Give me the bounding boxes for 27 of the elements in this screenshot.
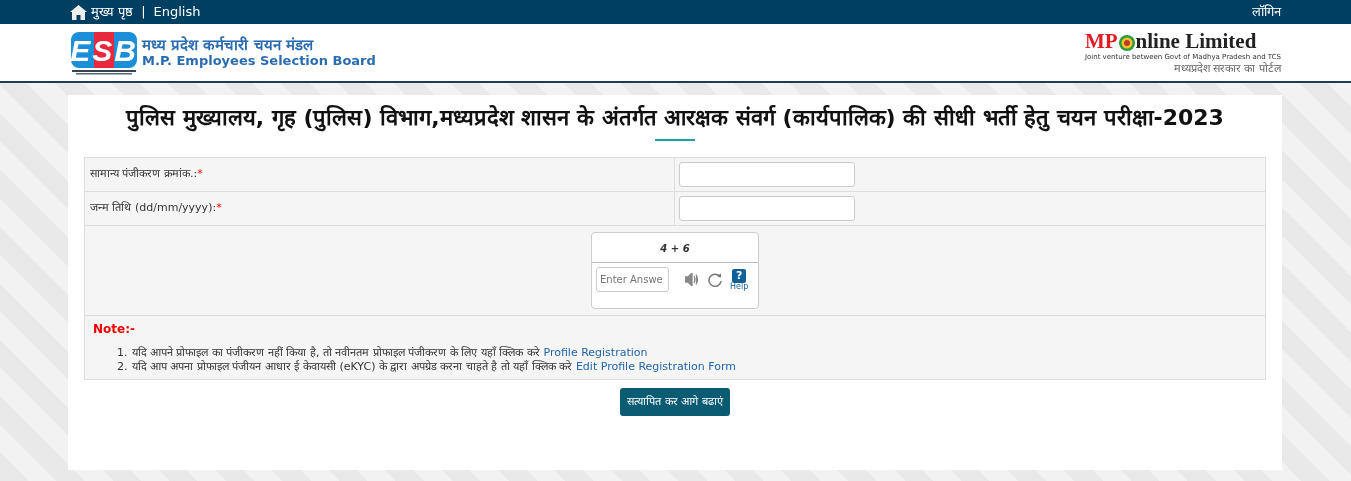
submit-button[interactable]: सत्यापित कर आगे बढाएं (620, 387, 730, 417)
language-link[interactable]: English (153, 2, 201, 22)
field-label: जन्म तिथि (dd/mm/yyyy):* (85, 192, 675, 226)
logo-tagline: मध्यप्रदेश सरकार का पोर्टल (1172, 62, 1281, 74)
note-heading: Note:- (93, 321, 136, 339)
refresh-icon[interactable] (708, 272, 722, 287)
mponline-logo: MP nline Limited (1084, 31, 1258, 53)
captcha-expression: 4 + 6 (592, 233, 758, 264)
registration-link[interactable]: Profile Registration (543, 346, 648, 360)
list-number: 1. (117, 346, 128, 360)
speaker-icon[interactable] (685, 273, 700, 287)
input-field[interactable] (679, 196, 855, 222)
home-icon[interactable] (70, 4, 87, 20)
input-field[interactable] (679, 162, 855, 188)
home-link[interactable]: मुख्य पृष्ठ (91, 2, 134, 22)
separator: | (141, 3, 146, 22)
page-title: पुलिस मुख्यालय, गृह (पुलिस) विभाग,मध्यप्रदेश शासन के अंतर्गत आरक्षक संवर्ग (कार्यपालिक) की सीधी भर्ती हेतु चयन परीक्षा-2023 (124, 105, 1225, 132)
list-number: 2. (117, 359, 128, 373)
board-name: M.P. Employees Selection Board (142, 53, 376, 68)
note-text: यदि आपने प्रोफाइल का पंजीकरण नहीं किया है, तो नवीनतम प्रोफाइल पंजीकरण के लिए यहाँ क्लिक करे Profile Registration (131, 346, 648, 360)
title-underline (655, 139, 695, 142)
field-label: सामान्य पंजीकरण क्रमांक.:* (85, 158, 675, 192)
registration-link[interactable]: Edit Profile Registration Form (575, 359, 736, 373)
note-text: यदि आप अपना प्रोफाइल पंजीयन आधार ई केवायसी (eKYC) के द्वारा अपग्रेड करना चाहते है तो यहाँ क्लिक करे Edit Profile Registration Form (131, 359, 736, 373)
login-link[interactable]: लॉगिन (1252, 2, 1281, 22)
captcha-answer-field[interactable]: Enter Answe (596, 267, 669, 293)
board-name: मध्य प्रदेश कर्मचारी चयन मंडल (142, 37, 315, 54)
